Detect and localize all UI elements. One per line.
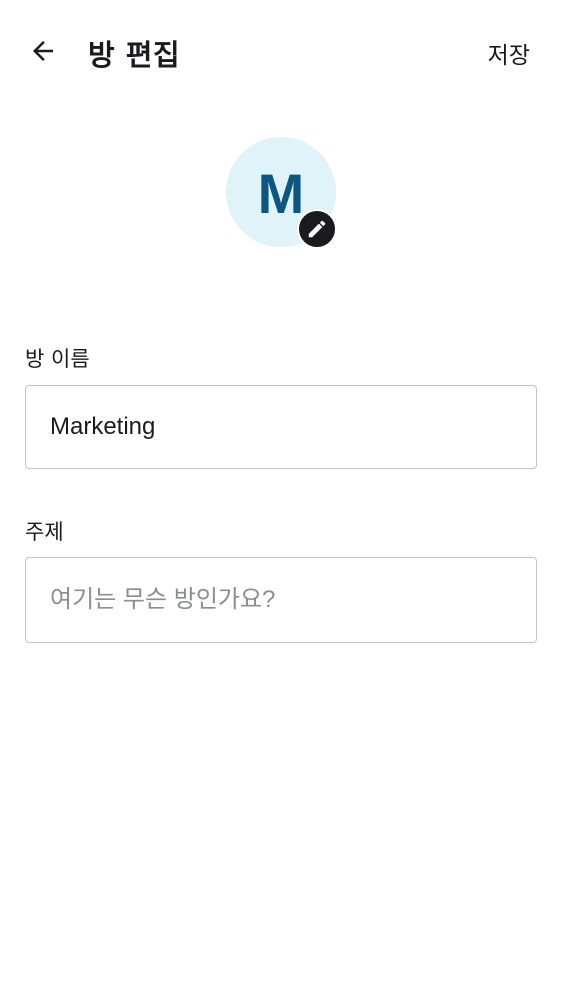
room-name-field-container bbox=[25, 385, 537, 469]
top-app-bar: 방 편집 저장 bbox=[0, 0, 562, 100]
arrow-left-icon bbox=[33, 41, 53, 61]
topic-field-container bbox=[25, 557, 537, 643]
avatar-initial: M bbox=[257, 161, 305, 225]
edit-avatar-button[interactable] bbox=[297, 209, 337, 249]
topic-label: 주제 bbox=[25, 520, 64, 544]
page-title: 방 편집 bbox=[88, 38, 181, 72]
pencil-icon bbox=[308, 220, 326, 238]
back-button[interactable] bbox=[22, 30, 64, 72]
room-name-input[interactable] bbox=[50, 413, 512, 441]
room-name-label: 방 이름 bbox=[25, 347, 90, 371]
save-button[interactable]: 저장 bbox=[488, 36, 530, 70]
edit-room-screen: 방 편집 저장 M 방 이름 주제 bbox=[0, 0, 562, 1000]
topic-input[interactable] bbox=[50, 586, 512, 614]
